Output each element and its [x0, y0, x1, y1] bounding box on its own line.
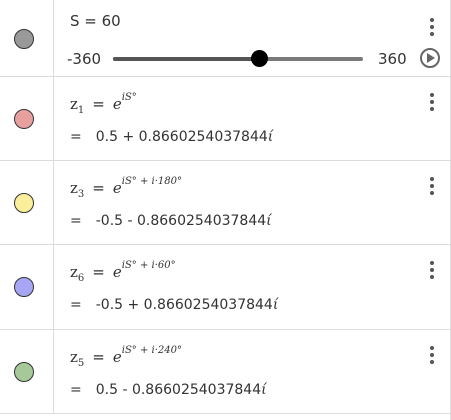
slider-row[interactable]: S = 60 -360 360 [0, 0, 451, 77]
value-equals-sign: = [70, 297, 82, 313]
value-line: = -0.5 + 0.8660254037844ί [70, 297, 278, 313]
object-subscript: 6 [77, 273, 85, 284]
play-icon[interactable] [420, 48, 440, 68]
equals-sign: = [92, 179, 105, 197]
algebra-row-z3[interactable]: z3 = eiS° + i·180° = -0.5 - 0.8660254037844… [0, 161, 451, 245]
definition[interactable]: z3 = eiS° + i·180° [70, 176, 182, 200]
value-equals-sign: = [70, 213, 82, 229]
exp-base: e [112, 179, 122, 197]
object-name: z [70, 348, 78, 366]
visibility-marble[interactable] [14, 362, 34, 382]
slider-track[interactable] [113, 57, 363, 61]
value-text: -0.5 + 0.8660254037844 [95, 297, 273, 313]
visibility-marble[interactable] [14, 277, 34, 297]
marble-column [0, 77, 54, 160]
marble-column [0, 0, 54, 76]
object-subscript: 5 [77, 358, 85, 369]
imaginary-unit: ί [267, 129, 274, 145]
exp-exponent: iS° + i·60° [121, 260, 176, 271]
exp-exponent: iS° + i·240° [121, 345, 182, 356]
row-content: z3 = eiS° + i·180° = -0.5 - 0.8660254037844… [55, 161, 451, 244]
slider-label: S = 60 [70, 12, 121, 30]
slider-knob[interactable] [250, 50, 268, 67]
object-subscript: 3 [77, 189, 85, 200]
algebra-row-z1[interactable]: z1 = eiS° = 0.5 + 0.8660254037844ί [0, 77, 451, 161]
visibility-marble[interactable] [14, 193, 34, 213]
value-text: 0.5 + 0.8660254037844 [95, 129, 268, 145]
exp-base: e [112, 263, 122, 281]
exp-exponent: iS° [121, 92, 137, 103]
slider-content: S = 60 -360 360 [55, 0, 451, 76]
exp-base: e [112, 95, 122, 113]
object-name: z [70, 179, 78, 197]
exp-base: e [112, 348, 122, 366]
marble-column [0, 330, 54, 413]
imaginary-unit: ί [266, 213, 272, 229]
row-content: z1 = eiS° = 0.5 + 0.8660254037844ί [55, 77, 451, 160]
value-equals-sign: = [70, 382, 82, 398]
definition[interactable]: z5 = eiS° + i·240° [70, 345, 182, 369]
row-content: z6 = eiS° + i·60° = -0.5 + 0.8660254037844ί [55, 245, 451, 329]
slider-min-label: -360 [67, 50, 102, 68]
slider-fill [113, 57, 259, 61]
more-vert-icon[interactable] [425, 175, 439, 197]
value-text: 0.5 - 0.8660254037844 [95, 382, 262, 398]
slider-max-label: 360 [378, 50, 407, 68]
imaginary-unit: ί [261, 382, 267, 398]
value-line: = 0.5 + 0.8660254037844ί [70, 129, 273, 145]
value-text: -0.5 - 0.8660254037844 [95, 213, 267, 229]
marble-column [0, 161, 54, 244]
more-vert-icon[interactable] [425, 259, 439, 281]
algebra-view: S = 60 -360 360 z1 = eiS° = 0.5 + 0.8660254… [0, 0, 451, 420]
more-vert-icon[interactable] [425, 91, 439, 113]
equals-sign: = [92, 95, 105, 113]
value-line: = -0.5 - 0.8660254037844ί [70, 213, 272, 229]
imaginary-unit: ί [272, 297, 279, 313]
object-name: z [70, 263, 78, 281]
object-name: z [70, 95, 78, 113]
more-vert-icon[interactable] [425, 16, 439, 38]
definition[interactable]: z1 = eiS° [70, 92, 137, 116]
value-equals-sign: = [70, 129, 82, 145]
algebra-row-z6[interactable]: z6 = eiS° + i·60° = -0.5 + 0.8660254037844ί [0, 245, 451, 330]
marble-column [0, 245, 54, 329]
row-content: z5 = eiS° + i·240° = 0.5 - 0.8660254037844ί [55, 330, 451, 413]
algebra-row-z5[interactable]: z5 = eiS° + i·240° = 0.5 - 0.8660254037844ί [0, 330, 451, 414]
visibility-marble[interactable] [14, 29, 34, 49]
value-line: = 0.5 - 0.8660254037844ί [70, 382, 267, 398]
exp-exponent: iS° + i·180° [121, 176, 182, 187]
visibility-marble[interactable] [14, 109, 34, 129]
equals-sign: = [92, 263, 105, 281]
definition[interactable]: z6 = eiS° + i·60° [70, 260, 176, 284]
object-subscript: 1 [77, 105, 85, 116]
equals-sign: = [92, 348, 105, 366]
more-vert-icon[interactable] [425, 344, 439, 366]
